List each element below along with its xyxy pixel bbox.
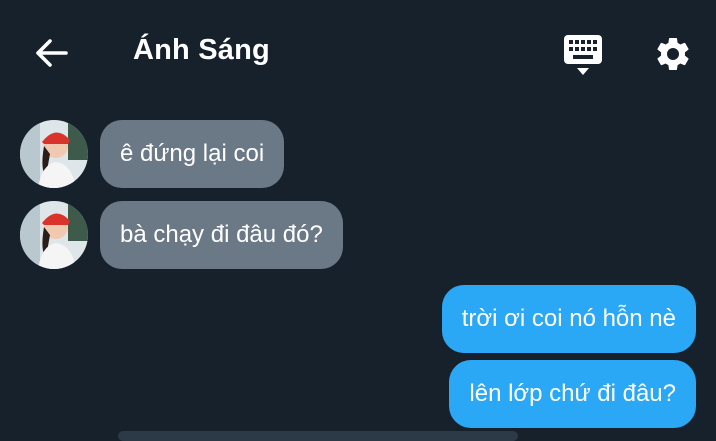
settings-button[interactable] [651,32,695,76]
message-text: trời ơi coi nó hỗn nè [461,305,676,332]
incoming-message[interactable]: bà chạy đi đâu đó? [100,201,343,269]
message-text: lên lớp chứ đi đâu? [469,380,676,407]
arrow-left-icon [36,39,68,67]
incoming-message[interactable]: ê đứng lại coi [100,120,285,188]
partial-message [118,431,518,441]
keyboard-button[interactable] [560,32,606,78]
avatar[interactable] [20,201,88,269]
message-text: ê đứng lại coi [120,140,265,167]
gear-icon [657,37,689,70]
keyboard-icon [564,35,602,75]
chat-header: Ánh Sáng [0,0,716,108]
avatar[interactable] [20,120,88,188]
back-button[interactable] [28,30,74,76]
contact-name: Ánh Sáng [133,34,270,66]
message-text: bà chạy đi đâu đó? [120,221,323,248]
outgoing-message[interactable]: lên lớp chứ đi đâu? [449,360,696,428]
outgoing-message[interactable]: trời ơi coi nó hỗn nè [441,285,696,353]
